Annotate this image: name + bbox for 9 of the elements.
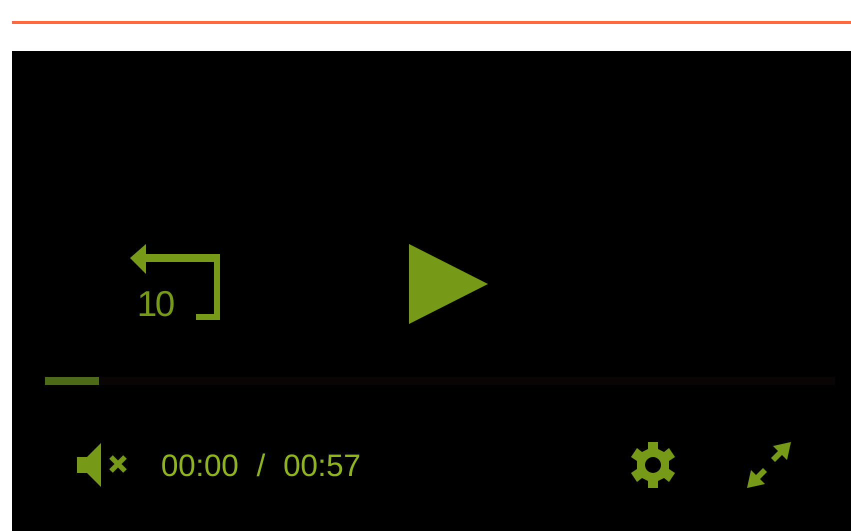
- progress-track[interactable]: [45, 377, 835, 385]
- fullscreen-icon[interactable]: [746, 442, 793, 488]
- current-time: 00:00: [161, 450, 239, 480]
- time-separator: /: [256, 450, 266, 480]
- mute-icon[interactable]: [77, 443, 129, 487]
- replay-button[interactable]: 10: [130, 244, 222, 324]
- duration: 00:57: [283, 450, 361, 480]
- settings-icon[interactable]: [628, 441, 677, 489]
- play-button[interactable]: [409, 244, 489, 324]
